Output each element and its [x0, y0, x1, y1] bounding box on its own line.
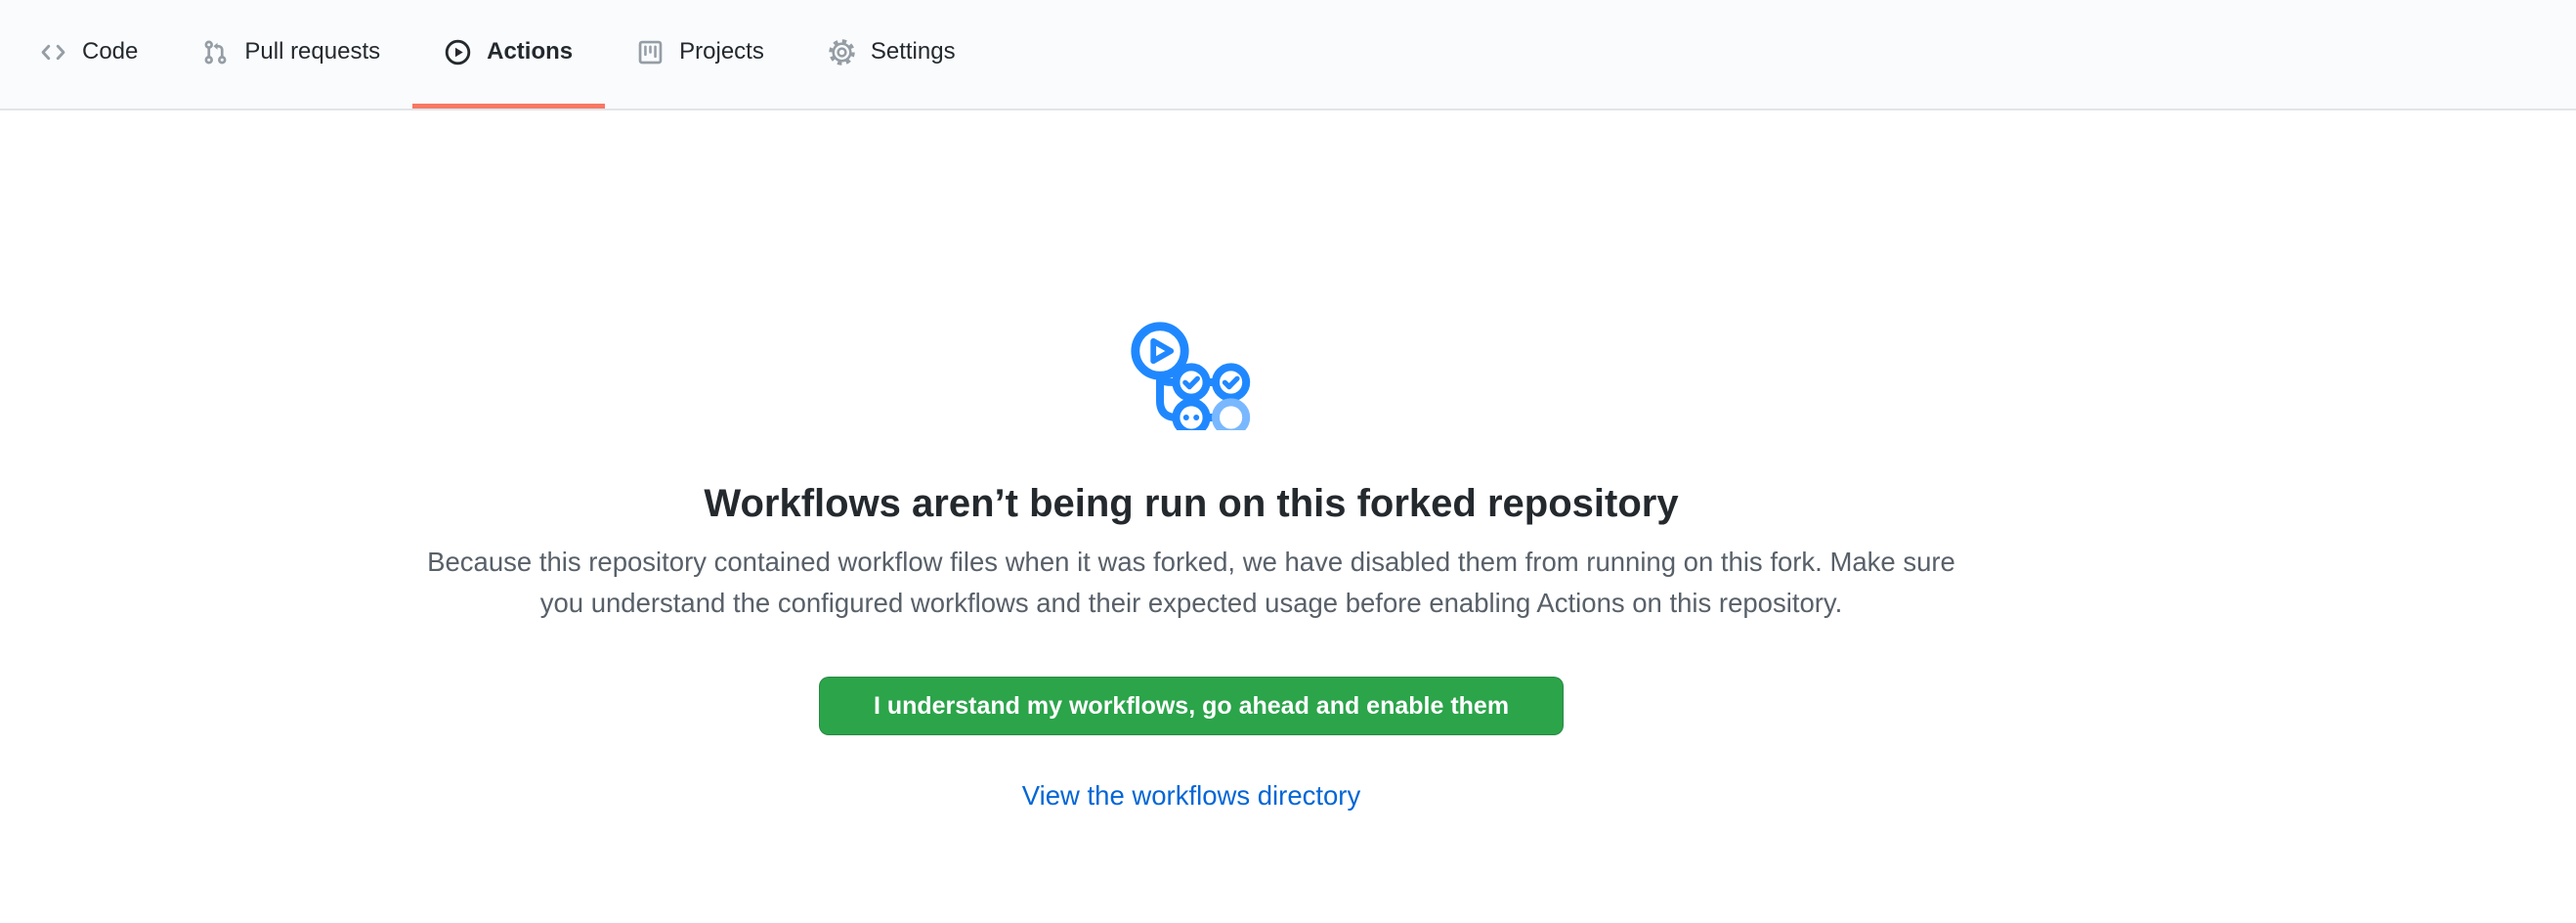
- code-icon: [40, 39, 66, 66]
- repo-tab-nav: Code Pull requests Actions: [0, 0, 2576, 110]
- tab-label: Settings: [871, 40, 956, 64]
- tab-label: Actions: [487, 40, 573, 64]
- tab-label: Code: [82, 40, 138, 64]
- tab-actions[interactable]: Actions: [412, 0, 605, 109]
- enable-workflows-button[interactable]: I understand my workflows, go ahead and …: [819, 677, 1564, 735]
- tab-label: Projects: [679, 40, 764, 64]
- view-workflows-directory-link[interactable]: View the workflows directory: [1022, 780, 1360, 811]
- pull-request-icon: [202, 39, 229, 66]
- page-title: Workflows aren’t being run on this forke…: [409, 480, 1973, 527]
- tab-settings[interactable]: Settings: [796, 0, 988, 109]
- project-board-icon: [637, 39, 664, 66]
- enable-button-row: I understand my workflows, go ahead and …: [409, 624, 1973, 735]
- tab-code[interactable]: Code: [8, 0, 170, 109]
- tab-pull-requests[interactable]: Pull requests: [170, 0, 412, 109]
- description-text: Because this repository contained workfl…: [409, 542, 1973, 624]
- workflows-link-row: View the workflows directory: [409, 780, 1973, 812]
- tab-label: Pull requests: [244, 40, 380, 64]
- play-circle-icon: [445, 39, 471, 66]
- tab-projects[interactable]: Projects: [605, 0, 796, 109]
- blankslate: Workflows aren’t being run on this forke…: [409, 321, 1973, 812]
- workflow-graph-icon: [1129, 321, 1254, 430]
- gear-icon: [829, 39, 855, 66]
